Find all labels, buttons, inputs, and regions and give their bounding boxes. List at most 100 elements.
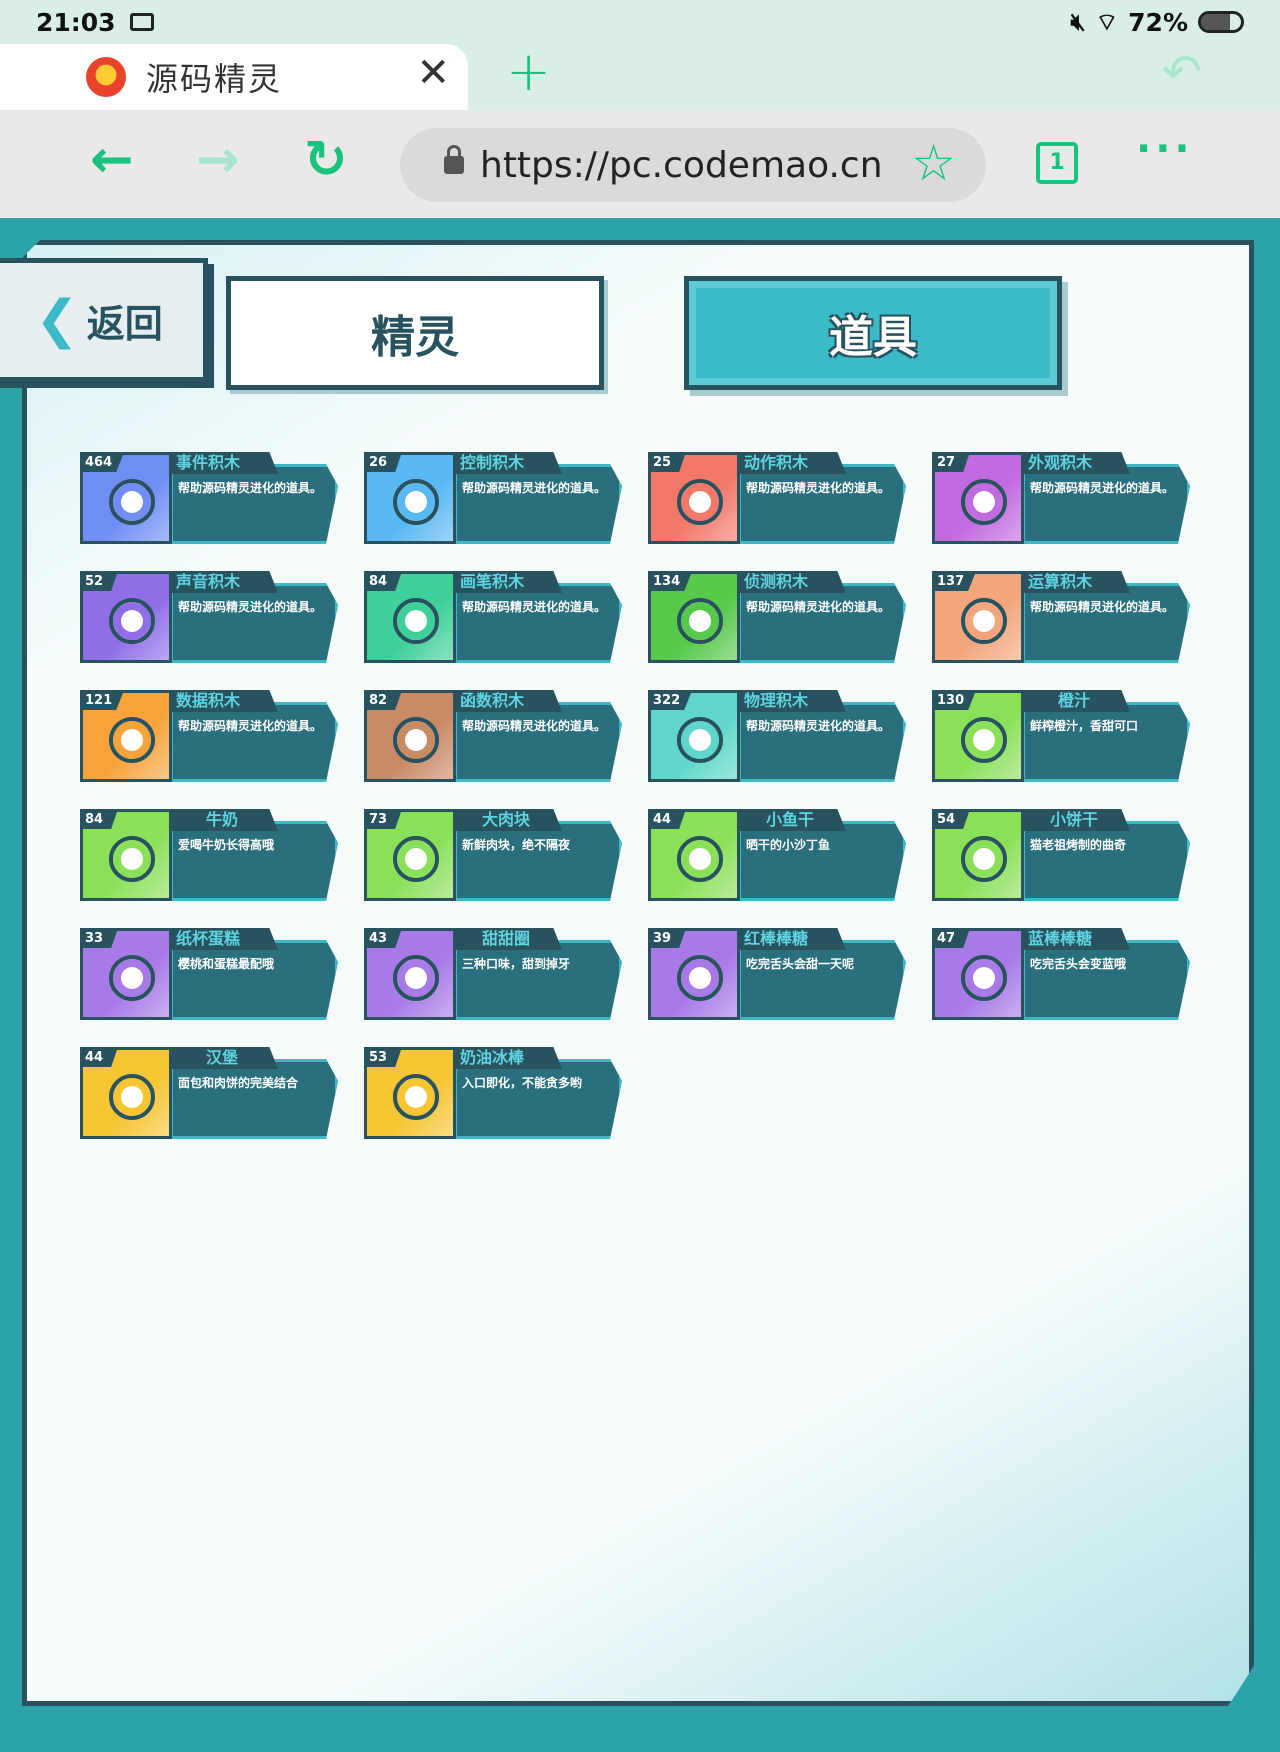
back-label: 返回 [86, 301, 163, 346]
item-glyph-icon [109, 598, 155, 644]
new-tab-icon[interactable]: + [506, 40, 551, 103]
item-card-body [738, 940, 906, 1020]
item-card[interactable]: 运算积木 帮助源码精灵进化的道具。 137 [932, 571, 1192, 665]
lock-icon [444, 145, 464, 174]
tab-sprites[interactable]: 精灵 [226, 276, 604, 390]
item-card-body [170, 583, 338, 663]
item-card-body [170, 702, 338, 782]
undo-icon[interactable]: ↶ [1162, 44, 1202, 100]
item-card[interactable]: 牛奶 爱喝牛奶长得高哦 84 [80, 809, 340, 903]
item-card[interactable]: 物理积木 帮助源码精灵进化的道具。 322 [648, 690, 908, 784]
screen-record-icon [129, 13, 154, 31]
item-card-body [170, 821, 338, 901]
item-name: 汉堡 [205, 1048, 238, 1067]
item-name: 牛奶 [205, 810, 238, 829]
bookmark-star-icon[interactable]: ☆ [911, 134, 956, 192]
item-card[interactable]: 纸杯蛋糕 樱桃和蛋糕最配哦 33 [80, 928, 340, 1022]
back-button[interactable]: ❮ 返回 [0, 258, 208, 382]
item-glyph-icon [677, 955, 723, 1001]
item-name: 外观积木 [1028, 453, 1093, 472]
item-glyph-icon [393, 598, 439, 644]
item-glyph-icon [393, 717, 439, 763]
item-card-body [170, 464, 338, 544]
item-glyph-icon [961, 717, 1007, 763]
item-name: 橙汁 [1057, 691, 1090, 710]
item-card[interactable]: 数据积木 帮助源码精灵进化的道具。 121 [80, 690, 340, 784]
item-name: 事件积木 [176, 453, 241, 472]
item-description: 帮助源码精灵进化的道具。 [746, 481, 891, 495]
item-card-body [1022, 583, 1190, 663]
item-description: 帮助源码精灵进化的道具。 [746, 719, 891, 733]
item-card[interactable]: 奶油冰棒 入口即化，不能贪多哟 53 [364, 1047, 624, 1141]
item-card[interactable]: 声音积木 帮助源码精灵进化的道具。 52 [80, 571, 340, 665]
item-card[interactable]: 外观积木 帮助源码精灵进化的道具。 27 [932, 452, 1192, 546]
item-card-body [170, 1059, 338, 1139]
item-name: 物理积木 [744, 691, 809, 710]
item-card[interactable]: 汉堡 面包和肉饼的完美结合 44 [80, 1047, 340, 1141]
item-card-body [170, 940, 338, 1020]
item-glyph-icon [677, 717, 723, 763]
item-name: 画笔积木 [460, 572, 525, 591]
item-glyph-icon [677, 598, 723, 644]
item-name: 声音积木 [176, 572, 241, 591]
browser-tab[interactable]: 源码精灵 ✕ [0, 44, 468, 110]
item-glyph-icon [961, 598, 1007, 644]
more-menu-icon[interactable]: ··· [1136, 126, 1194, 172]
item-name: 奶油冰棒 [460, 1048, 525, 1067]
item-description: 帮助源码精灵进化的道具。 [178, 481, 323, 495]
status-bar: 21:03 🔇︎ ⌔ 72% [0, 0, 1280, 44]
item-card-body [738, 464, 906, 544]
item-description: 面包和肉饼的完美结合 [178, 1076, 299, 1090]
item-card[interactable]: 甜甜圈 三种口味，甜到掉牙 43 [364, 928, 624, 1022]
item-glyph-icon [677, 836, 723, 882]
item-card[interactable]: 大肉块 新鲜肉块，绝不隔夜 73 [364, 809, 624, 903]
item-card[interactable]: 画笔积木 帮助源码精灵进化的道具。 84 [364, 571, 624, 665]
wifi-icon: ⌔ [1095, 8, 1119, 36]
item-description: 晒干的小沙丁鱼 [746, 838, 831, 852]
address-bar[interactable]: https://pc.codemao.cn ☆ [400, 128, 986, 202]
item-name: 数据积木 [176, 691, 241, 710]
item-name: 运算积木 [1028, 572, 1093, 591]
item-name: 函数积木 [460, 691, 525, 710]
item-card-body [738, 821, 906, 901]
item-card-body [454, 940, 622, 1020]
item-card[interactable]: 函数积木 帮助源码精灵进化的道具。 82 [364, 690, 624, 784]
item-description: 帮助源码精灵进化的道具。 [178, 719, 323, 733]
item-card[interactable]: 小鱼干 晒干的小沙丁鱼 44 [648, 809, 908, 903]
item-description: 帮助源码精灵进化的道具。 [462, 481, 607, 495]
item-glyph-icon [109, 955, 155, 1001]
item-card[interactable]: 橙汁 鲜榨橙汁，香甜可口 130 [932, 690, 1192, 784]
item-card-body [1022, 821, 1190, 901]
item-description: 爱喝牛奶长得高哦 [178, 838, 275, 852]
close-tab-icon[interactable]: ✕ [416, 50, 450, 96]
item-card[interactable]: 控制积木 帮助源码精灵进化的道具。 26 [364, 452, 624, 546]
tab-props[interactable]: 道具 [684, 276, 1062, 390]
item-glyph-icon [109, 1074, 155, 1120]
item-card[interactable]: 动作积木 帮助源码精灵进化的道具。 25 [648, 452, 908, 546]
item-glyph-icon [961, 479, 1007, 525]
item-glyph-icon [961, 836, 1007, 882]
item-card-body [454, 1059, 622, 1139]
item-description: 入口即化，不能贪多哟 [462, 1076, 583, 1090]
item-description: 帮助源码精灵进化的道具。 [462, 600, 607, 614]
item-card-body [1022, 464, 1190, 544]
item-description: 樱桃和蛋糕最配哦 [178, 957, 275, 971]
item-description: 吃完舌头会变蓝哦 [1030, 957, 1127, 971]
tab-switcher-button[interactable]: 1 [1036, 142, 1078, 184]
item-card-body [454, 821, 622, 901]
item-card[interactable]: 事件积木 帮助源码精灵进化的道具。 464 [80, 452, 340, 546]
item-name: 甜甜圈 [481, 929, 530, 948]
item-glyph-icon [393, 955, 439, 1001]
item-card[interactable]: 红棒棒糖 吃完舌头会甜一天呢 39 [648, 928, 908, 1022]
item-name: 动作积木 [744, 453, 809, 472]
item-name: 小鱼干 [765, 810, 814, 829]
item-description: 猫老祖烤制的曲奇 [1030, 838, 1127, 852]
clock: 21:03 [36, 7, 116, 37]
back-arrow-icon[interactable]: ← [90, 134, 134, 186]
forward-arrow-icon[interactable]: → [196, 134, 240, 186]
item-card[interactable]: 蓝棒棒糖 吃完舌头会变蓝哦 47 [932, 928, 1192, 1022]
reload-icon[interactable]: ↻ [304, 134, 348, 186]
item-description: 帮助源码精灵进化的道具。 [746, 600, 891, 614]
item-card[interactable]: 侦测积木 帮助源码精灵进化的道具。 134 [648, 571, 908, 665]
item-card[interactable]: 小饼干 猫老祖烤制的曲奇 54 [932, 809, 1192, 903]
